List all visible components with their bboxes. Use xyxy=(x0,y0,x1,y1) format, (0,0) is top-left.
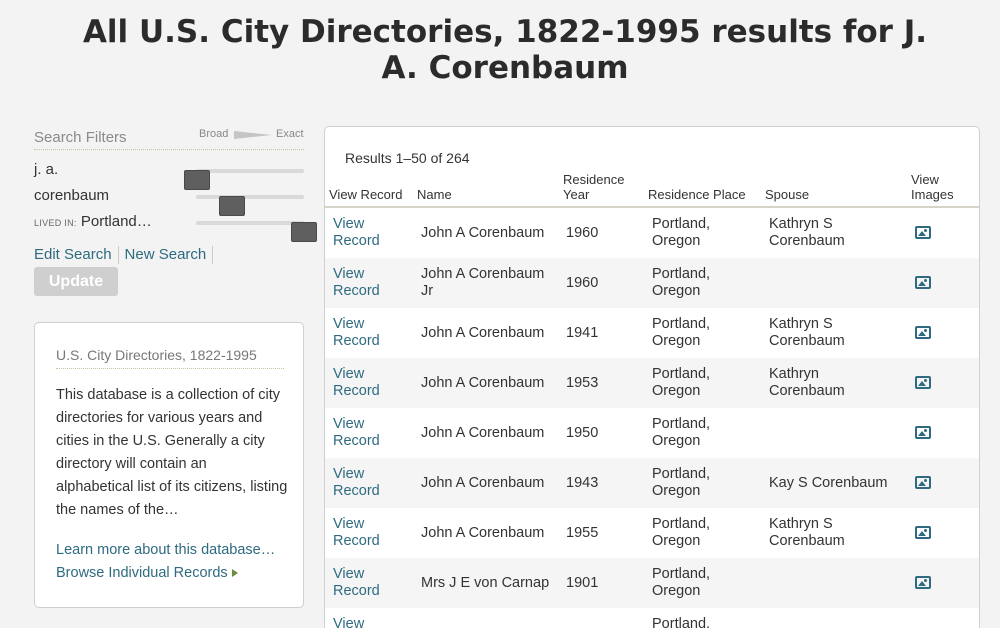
image-icon[interactable] xyxy=(915,476,931,489)
row-place: Portland, Oregon xyxy=(652,316,711,349)
row-year: 1960 xyxy=(566,225,599,241)
row-year: 1953 xyxy=(566,375,599,391)
view-record-link[interactable]: View Record xyxy=(333,366,393,400)
search-filters-header: Search Filters Broad Exact xyxy=(34,126,304,150)
database-title: U.S. City Directories, 1822-1995 xyxy=(56,347,284,369)
row-year: 1955 xyxy=(566,525,599,541)
column-header-view-images: View Images xyxy=(911,172,954,202)
broad-exact-scale-icon xyxy=(234,131,272,139)
table-row: View Record John A Corenbaum 1943 Portla… xyxy=(325,458,979,508)
row-place: Portland, Oregon xyxy=(652,516,711,549)
view-record-link[interactable]: View Record xyxy=(333,416,393,450)
view-record-link[interactable]: View Record xyxy=(333,216,393,250)
row-spouse: Kathryn S Corenbaum xyxy=(769,516,845,549)
table-row: View Record John A Corenbaum 1950 Portla… xyxy=(325,408,979,458)
filter-surname: corenbaum xyxy=(34,184,314,216)
results-panel: Results 1–50 of 264 View Record Name Res… xyxy=(324,126,980,628)
row-year: 1941 xyxy=(566,325,599,341)
row-place: Portland, Oregon xyxy=(652,216,711,249)
row-spouse: Kathryn S Corenbaum xyxy=(769,216,845,249)
surname-exactness-slider[interactable] xyxy=(196,195,304,216)
row-year: 1901 xyxy=(566,575,599,591)
database-info-card: U.S. City Directories, 1822-1995 This da… xyxy=(34,322,304,608)
column-header-view-record: View Record xyxy=(329,187,403,202)
edit-search-link[interactable]: Edit Search xyxy=(34,246,112,263)
image-icon[interactable] xyxy=(915,326,931,339)
filter-given-name: j. a. xyxy=(34,158,314,190)
table-row: View Record John A Corenbaum Jr 1960 Por… xyxy=(325,258,979,308)
results-count: Results 1–50 of 264 xyxy=(345,150,470,166)
row-spouse: Kay S Corenbaum xyxy=(769,475,888,491)
exact-label: Exact xyxy=(276,128,304,140)
column-header-residence-place[interactable]: Residence Place xyxy=(648,187,746,202)
row-place: Portland, Oregon xyxy=(652,416,711,449)
image-icon[interactable] xyxy=(915,576,931,589)
row-place: Portland, xyxy=(652,616,711,628)
broad-label: Broad xyxy=(199,128,229,140)
image-icon[interactable] xyxy=(915,276,931,289)
view-record-link[interactable]: View Record xyxy=(333,266,393,300)
row-name: John A Corenbaum xyxy=(421,475,545,491)
search-actions: Edit Search New Search xyxy=(34,246,219,265)
filter-lived-in: LIVED IN: Portland… xyxy=(34,210,317,242)
given-name-exactness-slider[interactable] xyxy=(184,169,304,190)
column-header-residence-year[interactable]: Residence Year xyxy=(563,172,633,202)
learn-more-link[interactable]: Learn more about this database… xyxy=(56,542,275,558)
lived-in-slider-handle[interactable] xyxy=(291,222,317,242)
search-filters-title: Search Filters xyxy=(34,129,127,146)
row-place: Portland, Oregon xyxy=(652,266,711,299)
image-icon[interactable] xyxy=(915,526,931,539)
database-description: This database is a collection of city di… xyxy=(56,387,288,518)
row-spouse: Kathryn Corenbaum xyxy=(769,366,845,399)
image-icon[interactable] xyxy=(915,376,931,389)
row-place: Portland, Oregon xyxy=(652,466,711,499)
table-row: View Record Portland, xyxy=(325,608,979,628)
row-name: Mrs J E von Carnap xyxy=(421,575,550,591)
row-name: John A Corenbaum xyxy=(421,375,545,391)
lived-in-value: Portland… xyxy=(80,213,152,230)
row-place: Portland, Oregon xyxy=(652,366,711,399)
row-name: John A Corenbaum xyxy=(421,525,545,541)
row-spouse: Kathryn S Corenbaum xyxy=(769,316,845,349)
view-record-link[interactable]: View Record xyxy=(333,566,393,600)
lived-in-prefix: LIVED IN: xyxy=(34,218,77,228)
view-record-link[interactable]: View Record xyxy=(333,516,393,550)
new-search-link[interactable]: New Search xyxy=(125,246,207,263)
table-row: View Record Mrs J E von Carnap 1901 Port… xyxy=(325,558,979,608)
browse-records-link[interactable]: Browse Individual Records xyxy=(56,565,238,581)
separator xyxy=(212,246,214,265)
image-icon[interactable] xyxy=(915,426,931,439)
row-name: John A Corenbaum xyxy=(421,325,545,341)
separator xyxy=(117,246,119,265)
row-place: Portland, Oregon xyxy=(652,566,711,599)
column-header-name[interactable]: Name xyxy=(417,187,452,202)
row-name: John A Corenbaum Jr xyxy=(421,266,545,299)
view-record-link[interactable]: View Record xyxy=(333,466,393,500)
table-row: View Record John A Corenbaum 1941 Portla… xyxy=(325,308,979,358)
view-record-link[interactable]: View Record xyxy=(333,616,393,628)
row-name: John A Corenbaum xyxy=(421,225,545,241)
table-row: View Record John A Corenbaum 1955 Portla… xyxy=(325,508,979,558)
browse-records-label: Browse Individual Records xyxy=(56,565,228,581)
image-icon[interactable] xyxy=(915,226,931,239)
arrow-right-icon xyxy=(231,569,238,577)
table-row: View Record John A Corenbaum 1953 Portla… xyxy=(325,358,979,408)
view-record-link[interactable]: View Record xyxy=(333,316,393,350)
row-name: John A Corenbaum xyxy=(421,425,545,441)
update-button[interactable]: Update xyxy=(34,267,118,296)
filter-lived-in-label: LIVED IN: Portland… xyxy=(34,213,152,230)
column-header-spouse[interactable]: Spouse xyxy=(765,187,809,202)
lived-in-exactness-slider[interactable] xyxy=(196,221,317,242)
row-year: 1960 xyxy=(566,275,599,291)
table-row: View Record John A Corenbaum 1960 Portla… xyxy=(325,208,979,258)
filter-surname-label: corenbaum xyxy=(34,187,110,204)
filter-given-name-label: j. a. xyxy=(34,161,59,178)
row-year: 1943 xyxy=(566,475,599,491)
row-year: 1950 xyxy=(566,425,599,441)
page-title: All U.S. City Directories, 1822-1995 res… xyxy=(82,14,928,86)
